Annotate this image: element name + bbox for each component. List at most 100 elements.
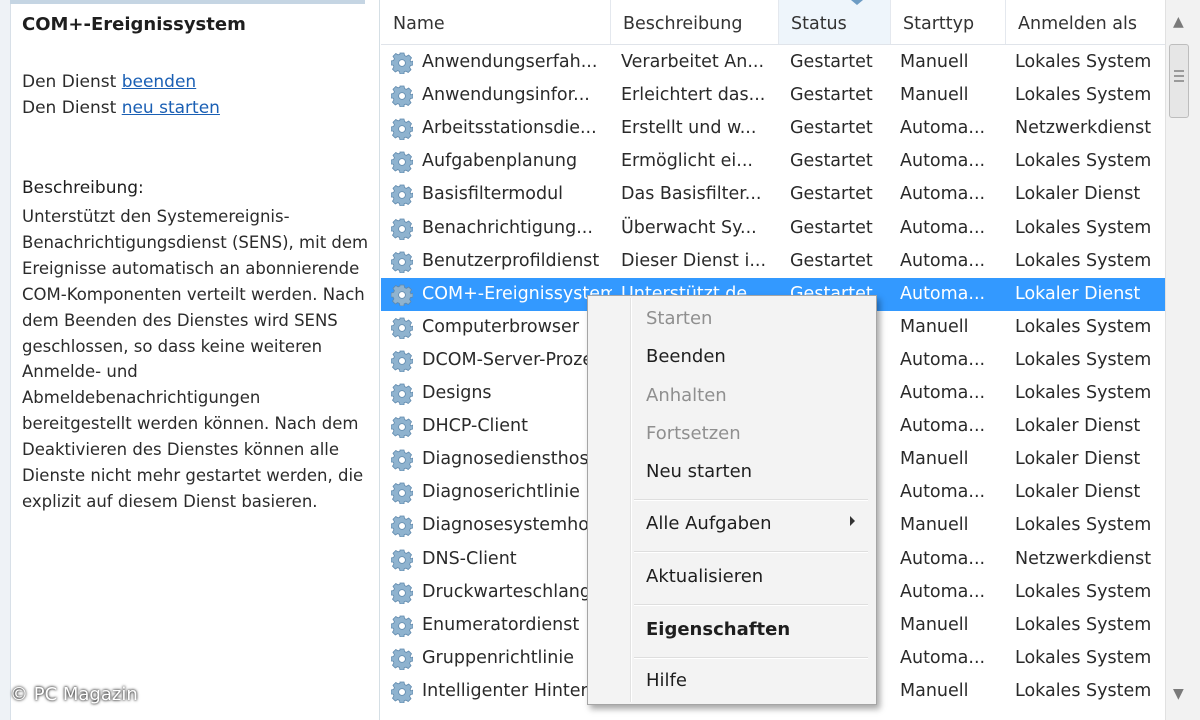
table-row[interactable]: Arbeitsstationsdie... Erstellt und w... Ge… (381, 112, 1166, 145)
column-header-starttype[interactable]: Starttyp (891, 0, 1006, 44)
gear-icon (391, 218, 413, 240)
cell-name: Diagnosediensthost (422, 449, 596, 470)
restart-action-line: Den Dienst neu starten (22, 98, 220, 118)
cell-name: Diagnosesystemhost (422, 515, 605, 536)
table-row[interactable]: Anwendungsinfor... Erleichtert das... Gest… (381, 79, 1166, 112)
menu-separator (634, 604, 868, 606)
gear-icon (391, 582, 413, 604)
chevron-down-icon[interactable]: ▼ (1173, 686, 1184, 702)
cell-name: Druckwarteschlange (422, 581, 602, 602)
gear-icon (391, 681, 413, 703)
stop-action-line: Den Dienst beenden (22, 72, 196, 92)
context-menu: Starten Beenden Anhalten Fortsetzen Neu … (587, 295, 877, 705)
grip-icon (1174, 70, 1184, 82)
cell-starttype: Manuell (900, 614, 969, 635)
stop-service-link[interactable]: beenden (122, 72, 197, 92)
cell-description: Erleichtert das... (621, 85, 766, 106)
cell-logon: Lokaler Dienst (1015, 416, 1141, 437)
cell-logon: Lokales System (1015, 217, 1152, 238)
cell-logon: Lokales System (1015, 85, 1152, 106)
cell-name: Intelligenter Hintergrund (422, 680, 612, 701)
cell-starttype: Automa... (900, 383, 986, 403)
cell-starttype: Manuell (900, 680, 969, 701)
cell-status: Gestartet (790, 250, 873, 271)
column-header-status[interactable]: Status (779, 0, 891, 44)
menu-item-stop[interactable]: Beenden (646, 346, 726, 367)
cell-logon: Lokales System (1015, 515, 1152, 536)
menu-item-help[interactable]: Hilfe (646, 670, 687, 691)
pane-edge (0, 0, 11, 720)
gear-icon (391, 85, 413, 108)
cell-name: Diagnoserichtlinie (422, 482, 580, 503)
column-header-description[interactable]: Beschreibung (611, 0, 779, 44)
cell-name: DCOM-Server-Prozess (422, 349, 612, 370)
pane-header-bar (10, 0, 365, 4)
restart-service-link[interactable]: neu starten (122, 98, 220, 118)
cell-logon: Lokales System (1015, 316, 1152, 337)
cell-starttype: Automa... (900, 548, 986, 569)
gear-icon (391, 482, 413, 505)
cell-name: DNS-Client (422, 548, 517, 569)
cell-logon: Lokales System (1015, 581, 1152, 602)
gear-icon (391, 515, 413, 538)
cell-description: Erstellt und w... (621, 118, 757, 139)
gear-icon (391, 284, 413, 306)
table-row[interactable]: Benutzerprofildienst Dieser Dienst i... Ge… (381, 245, 1166, 278)
cell-starttype: Automa... (900, 283, 986, 304)
cell-logon: Lokaler Dienst (1015, 482, 1141, 503)
cell-description: Überwacht Sy... (621, 217, 757, 238)
cell-name: Computerbrowser (422, 316, 580, 337)
cell-logon: Lokales System (1015, 383, 1152, 403)
gear-icon (391, 615, 413, 637)
cell-status: Gestartet (790, 217, 873, 238)
cell-starttype: Manuell (900, 316, 969, 337)
cell-name: DHCP-Client (422, 416, 528, 437)
cell-starttype: Manuell (900, 515, 969, 536)
menu-item-pause[interactable]: Anhalten (646, 385, 727, 406)
gear-icon (391, 383, 413, 405)
column-header-logon[interactable]: Anmelden als (1006, 0, 1166, 44)
cell-name: Benachrichtigung... (422, 217, 593, 238)
menu-item-refresh[interactable]: Aktualisieren (646, 566, 763, 587)
cell-starttype: Automa... (900, 250, 986, 271)
gear-icon (391, 317, 413, 339)
cell-logon: Lokales System (1015, 647, 1152, 668)
menu-item-restart[interactable]: Neu starten (646, 461, 752, 482)
menu-item-start[interactable]: Starten (646, 308, 712, 329)
cell-name: Benutzerprofildienst (422, 250, 600, 271)
sort-indicator-icon (851, 0, 863, 5)
menu-item-all-tasks[interactable]: Alle Aufgaben (646, 513, 772, 534)
description-text: Unterstützt den Systemereignis-Benachric… (22, 207, 369, 511)
cell-starttype: Manuell (900, 52, 969, 72)
gear-icon (391, 648, 413, 670)
menu-separator (634, 657, 868, 659)
gear-icon (391, 350, 413, 372)
table-row[interactable]: Anwendungserfah... Verarbeitet An... Gesta… (381, 46, 1166, 79)
column-header-name[interactable]: Name (381, 0, 611, 44)
table-row[interactable]: Aufgabenplanung Ermöglicht ei... Gestartet… (381, 145, 1166, 178)
cell-name: Basisfiltermodul (422, 184, 564, 205)
cell-name: Enumeratordienst (422, 614, 580, 635)
description-heading: Beschreibung: (22, 178, 144, 198)
cell-starttype: Automa... (900, 118, 986, 139)
menu-item-properties[interactable]: Eigenschaften (646, 619, 790, 640)
cell-logon: Lokales System (1015, 614, 1152, 635)
cell-logon: Lokaler Dienst (1015, 184, 1141, 205)
menu-separator (634, 499, 868, 501)
cell-logon: Lokales System (1015, 349, 1152, 370)
service-title: COM+-Ereignissystem (22, 14, 246, 35)
table-row[interactable]: Basisfiltermodul Das Basisfilter... Gestar… (381, 178, 1166, 211)
menu-item-resume[interactable]: Fortsetzen (646, 423, 741, 444)
cell-status: Gestartet (790, 118, 873, 139)
table-row[interactable]: Benachrichtigung... Überwacht Sy... Gestar… (381, 212, 1166, 245)
gear-icon (391, 118, 413, 141)
cell-starttype: Automa... (900, 184, 986, 205)
gear-icon (391, 52, 413, 74)
cell-starttype: Automa... (900, 482, 986, 503)
cell-description: Ermöglicht ei... (621, 151, 753, 172)
cell-status: Gestartet (790, 52, 873, 72)
gear-icon (391, 549, 413, 571)
chevron-up-icon[interactable]: ▲ (1173, 14, 1184, 30)
menu-gutter (630, 298, 632, 702)
service-detail-pane: COM+-Ereignissystem Den Dienst beenden D… (0, 0, 380, 720)
